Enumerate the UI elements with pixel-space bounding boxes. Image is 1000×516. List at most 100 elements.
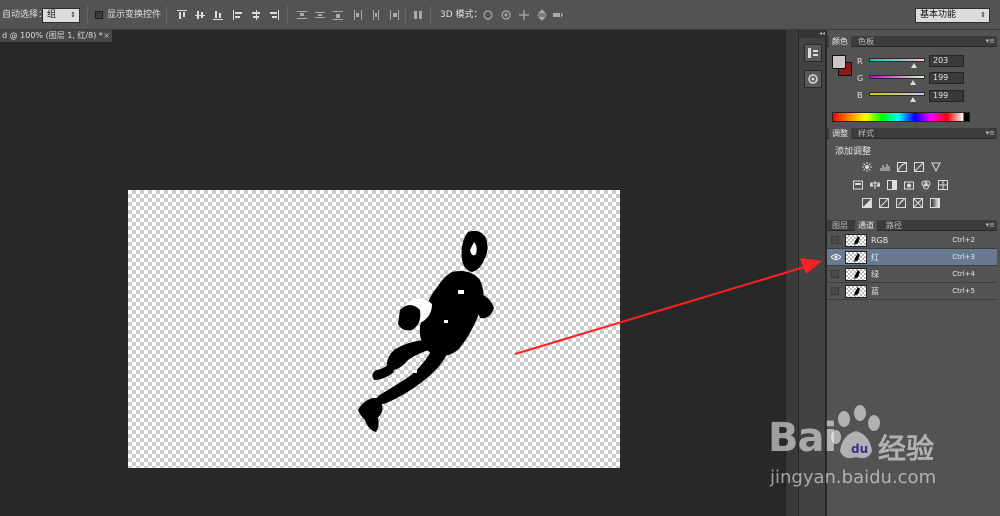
channel-row-red[interactable]: 红 Ctrl+3 — [827, 249, 997, 266]
selective-color-icon[interactable] — [913, 198, 923, 208]
panel-menu-icon[interactable]: ▾≡ — [986, 220, 995, 231]
black-white-icon[interactable] — [887, 180, 897, 190]
color-balance-icon[interactable] — [870, 180, 880, 190]
channel-row-blue[interactable]: 蓝 Ctrl+5 — [827, 283, 997, 300]
channel-thumbnail — [845, 234, 867, 247]
watermark-url: jingyan.baidu.com — [770, 467, 937, 488]
posterize-icon[interactable] — [879, 198, 889, 208]
align-hcenter-icon[interactable] — [250, 9, 262, 21]
distribute-vcenter-icon[interactable] — [314, 9, 326, 21]
dock-collapse-icon[interactable]: ◂◂ — [799, 30, 827, 38]
curves-icon[interactable] — [897, 162, 907, 172]
tab-layers[interactable]: 图层 — [829, 220, 851, 231]
align-right-icon[interactable] — [268, 9, 280, 21]
photo-filter-icon[interactable] — [904, 180, 914, 190]
blue-value-field[interactable]: 199 — [929, 90, 964, 102]
roll-3d-icon[interactable] — [500, 9, 512, 21]
toolbar-separator — [87, 6, 88, 24]
tab-paths[interactable]: 路径 — [883, 220, 905, 231]
toolbar-separator — [166, 6, 167, 24]
color-spectrum-ramp[interactable] — [832, 112, 970, 122]
eye-icon[interactable] — [830, 253, 842, 261]
auto-select-dropdown[interactable]: 组 ⇕ — [42, 8, 80, 23]
auto-select-label: 自动选择： — [2, 10, 48, 20]
red-channel-label: R — [857, 57, 863, 66]
tab-color[interactable]: 颜色 — [829, 36, 851, 47]
mode-3d-label: 3D 模式： — [440, 10, 483, 20]
hue-saturation-icon[interactable] — [853, 180, 863, 190]
blue-channel-label: B — [857, 91, 863, 100]
visibility-toggle[interactable] — [831, 270, 839, 278]
scale-3d-icon[interactable] — [552, 9, 564, 21]
red-slider[interactable] — [869, 58, 925, 62]
green-slider[interactable] — [869, 75, 925, 79]
watermark-brand-suffix: 经验 — [878, 432, 935, 465]
align-bottom-icon[interactable] — [212, 9, 224, 21]
channel-row-rgb[interactable]: RGB Ctrl+2 — [827, 232, 997, 249]
workspace-dropdown[interactable]: 基本功能 ⇕ — [915, 8, 990, 23]
history-panel-icon[interactable] — [804, 44, 822, 62]
channels-panel-header: 图层 通道 路径 ▾≡ — [827, 220, 997, 231]
green-channel-label: G — [857, 74, 864, 83]
visibility-toggle[interactable] — [831, 236, 839, 244]
align-vcenter-icon[interactable] — [194, 9, 206, 21]
canvas-workspace[interactable] — [0, 42, 785, 516]
tab-swatches[interactable]: 色板 — [855, 36, 877, 47]
channel-shortcut: Ctrl+4 — [952, 270, 975, 278]
red-value-field[interactable]: 203 — [929, 55, 964, 67]
align-left-icon[interactable] — [232, 9, 244, 21]
channel-mixer-icon[interactable] — [921, 180, 931, 190]
threshold-icon[interactable] — [896, 198, 906, 208]
player-silhouette-image — [348, 220, 518, 450]
channel-row-green[interactable]: 绿 Ctrl+4 — [827, 266, 997, 283]
dropdown-arrows-icon: ⇕ — [70, 11, 76, 19]
foreground-color-swatch[interactable] — [832, 55, 846, 69]
add-adjustment-title: 添加调整 — [835, 147, 872, 157]
toolbar-separator — [405, 6, 406, 24]
document-tab[interactable]: d @ 100% (图层 1, 红/8) * × — [0, 30, 112, 42]
panel-menu-icon[interactable]: ▾≡ — [986, 36, 995, 47]
document-canvas[interactable] — [128, 190, 620, 468]
tab-adjustments[interactable]: 调整 — [829, 128, 851, 139]
tab-styles[interactable]: 样式 — [855, 128, 877, 139]
channel-thumbnail — [845, 268, 867, 281]
pan-3d-icon[interactable] — [518, 9, 530, 21]
green-slider-thumb[interactable] — [910, 80, 916, 85]
show-transform-checkbox[interactable] — [95, 11, 103, 19]
channel-shortcut: Ctrl+2 — [952, 236, 975, 244]
distribute-bottom-icon[interactable] — [332, 9, 344, 21]
green-value-field[interactable]: 199 — [929, 72, 964, 84]
tab-channels[interactable]: 通道 — [855, 220, 877, 231]
vibrance-icon[interactable] — [931, 162, 941, 172]
distribute-left-icon[interactable] — [352, 9, 364, 21]
blue-slider-thumb[interactable] — [910, 97, 916, 102]
panel-menu-icon[interactable]: ▾≡ — [986, 128, 995, 139]
red-slider-thumb[interactable] — [911, 63, 917, 68]
gradient-map-icon[interactable] — [930, 198, 940, 208]
visibility-toggle[interactable] — [831, 287, 839, 295]
workspace-value: 基本功能 — [920, 10, 957, 20]
watermark-brand: Bai — [768, 415, 837, 461]
levels-icon[interactable] — [880, 162, 890, 172]
distribute-hcenter-icon[interactable] — [370, 9, 382, 21]
align-top-icon[interactable] — [176, 9, 188, 21]
exposure-icon[interactable] — [914, 162, 924, 172]
rotate-3d-icon[interactable] — [482, 9, 494, 21]
channel-name: 红 — [871, 253, 879, 262]
toolbar-separator — [287, 6, 288, 24]
brightness-icon[interactable] — [862, 162, 872, 172]
color-lookup-icon[interactable] — [938, 180, 948, 190]
properties-panel-icon[interactable] — [804, 70, 822, 88]
adjustments-panel-header: 调整 样式 ▾≡ — [827, 128, 997, 139]
close-tab-icon[interactable]: × — [103, 30, 110, 42]
svg-text:du: du — [851, 442, 868, 456]
baidu-paw-icon: du — [831, 405, 880, 459]
auto-align-icon[interactable] — [412, 9, 424, 21]
toolbar-separator — [430, 6, 431, 24]
baidu-jingyan-watermark: Bai du 经验 jingyan.baidu.com — [768, 405, 968, 505]
slide-3d-icon[interactable] — [536, 9, 548, 21]
distribute-top-icon[interactable] — [296, 9, 308, 21]
invert-icon[interactable] — [862, 198, 872, 208]
blue-slider[interactable] — [869, 92, 925, 96]
distribute-right-icon[interactable] — [388, 9, 400, 21]
